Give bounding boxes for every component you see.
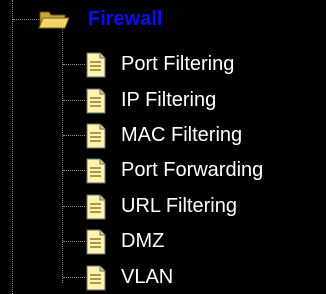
tree-connector-item — [63, 241, 85, 242]
tree-connector-item — [63, 64, 85, 65]
page-icon — [86, 229, 106, 255]
tree-connector-folder — [13, 19, 39, 20]
tree-connector-item — [63, 135, 85, 136]
tree-connector-item — [63, 170, 85, 171]
tree-item-label: VLAN — [121, 266, 174, 288]
tree-connector-item — [63, 206, 85, 207]
tree-item-vlan[interactable]: VLAN — [85, 263, 321, 293]
page-icon — [86, 52, 106, 78]
page-icon — [86, 88, 106, 114]
tree-item-port-forwarding[interactable]: Port Forwarding — [85, 156, 321, 186]
tree-folder-firewall[interactable]: Firewall — [38, 4, 238, 34]
tree-item-mac-filtering[interactable]: MAC Filtering — [85, 121, 321, 151]
tree-item-url-filtering[interactable]: URL Filtering — [85, 192, 321, 222]
page-icon — [86, 265, 106, 291]
tree-connector-item — [63, 277, 85, 278]
tree-folder-label: Firewall — [88, 8, 163, 30]
tree-item-label: Port Forwarding — [121, 159, 264, 181]
page-icon — [86, 158, 106, 184]
tree-connector-item — [63, 100, 85, 101]
tree-connector-trunk — [12, 0, 13, 294]
tree-item-port-filtering[interactable]: Port Filtering — [85, 50, 321, 80]
tree-connector-branch — [62, 28, 63, 283]
page-icon — [86, 194, 106, 220]
tree-item-label: DMZ — [121, 230, 165, 252]
tree-item-dmz[interactable]: DMZ — [85, 227, 321, 257]
folder-open-icon — [38, 11, 70, 29]
nav-tree: Firewall Port Filtering IP Filtering MAC… — [0, 0, 326, 294]
tree-item-label: Port Filtering — [121, 53, 235, 75]
tree-item-label: URL Filtering — [121, 195, 237, 217]
tree-item-ip-filtering[interactable]: IP Filtering — [85, 86, 321, 116]
tree-item-label: IP Filtering — [121, 89, 217, 111]
tree-item-label: MAC Filtering — [121, 124, 243, 146]
page-icon — [86, 123, 106, 149]
